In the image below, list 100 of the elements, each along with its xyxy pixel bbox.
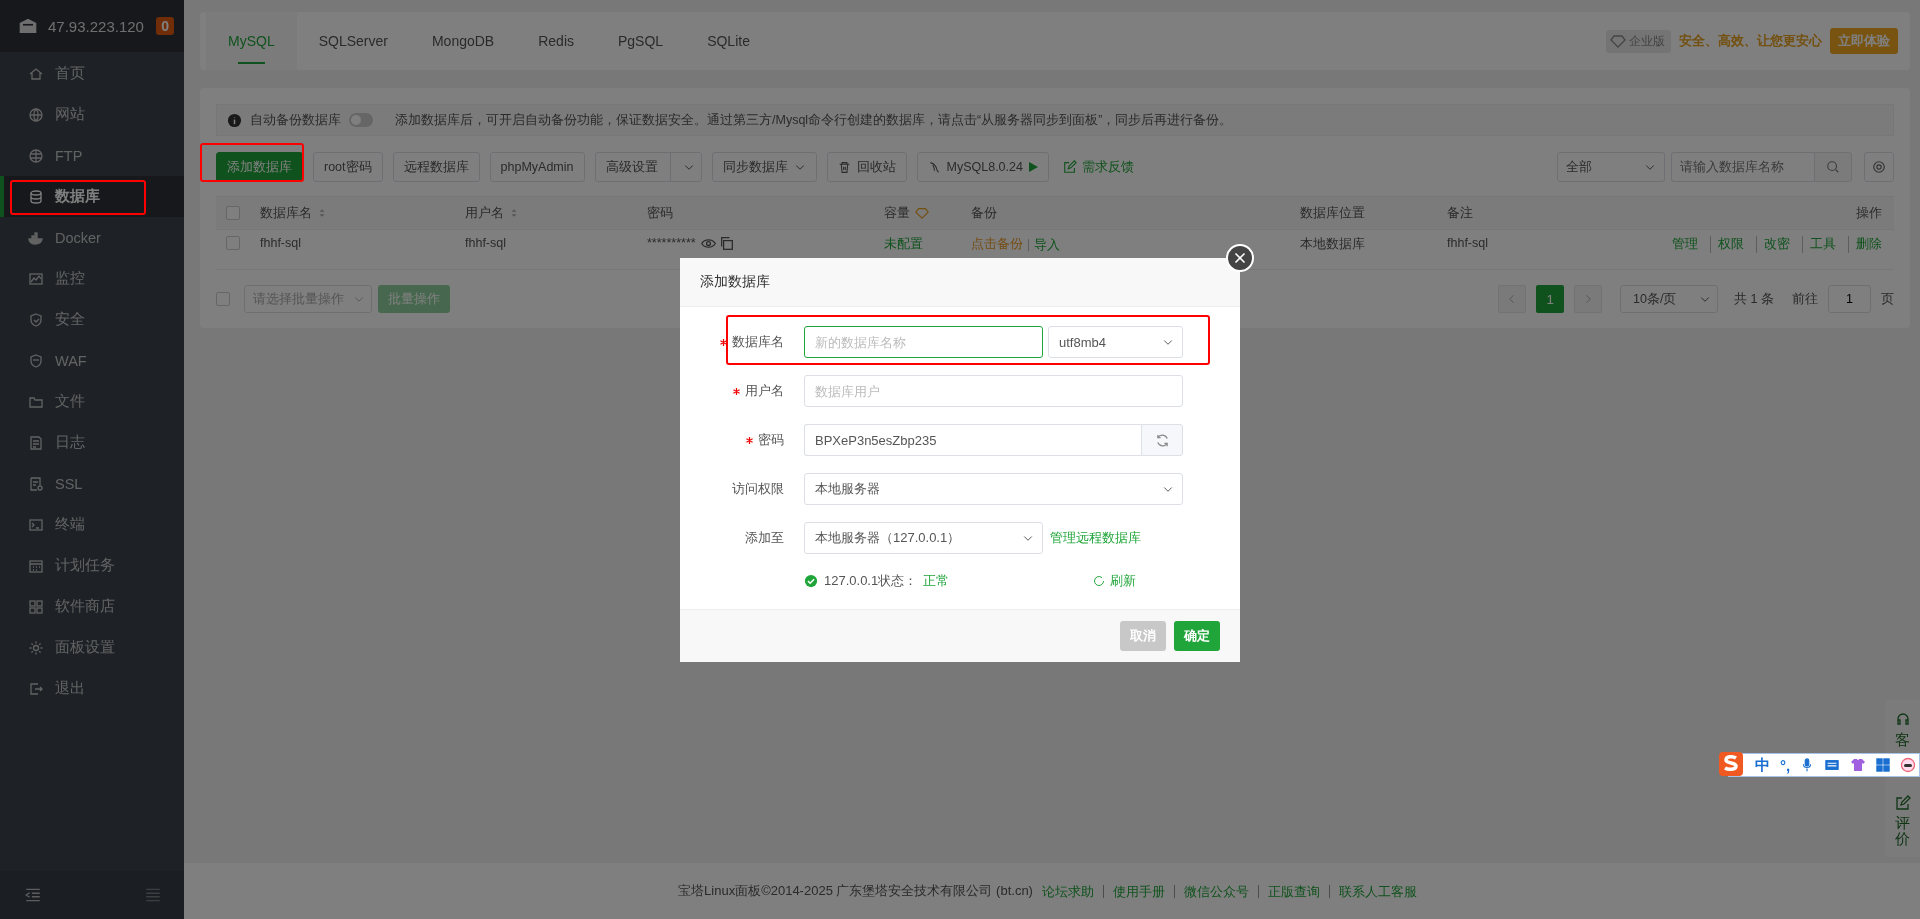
field-label: 用户名 — [745, 382, 784, 400]
database-tab[interactable]: MySQL — [206, 12, 297, 70]
customer-service-label[interactable]: 客 — [1895, 732, 1910, 749]
server-logo-icon — [18, 16, 38, 36]
toggle-label: 自动备份数据库 — [250, 111, 341, 129]
search-button[interactable] — [1814, 152, 1852, 182]
diamond-icon — [1610, 33, 1626, 49]
notice-text: 添加数据库后，可开启自动备份功能，保证数据安全。通过第三方/Mysql命令行创建的数据库，请点击“从服务器同步到面板”，同步后再进行备份。 — [395, 111, 1233, 129]
document-icon — [28, 434, 44, 451]
diamond-icon — [915, 206, 929, 220]
toggle-switch[interactable] — [349, 113, 373, 127]
input-mode-toggle[interactable]: 中 — [1755, 755, 1770, 775]
next-page-button[interactable] — [1574, 285, 1603, 313]
footer-link[interactable]: 正版查询 — [1257, 884, 1329, 898]
manage-remote-link[interactable]: 管理远程数据库 — [1050, 529, 1141, 547]
import-link[interactable]: 导入 — [1028, 238, 1060, 251]
sidebar-item[interactable]: 首页 — [0, 53, 184, 94]
confirm-button[interactable]: 确定 — [1174, 621, 1220, 651]
toolbar-button[interactable]: root密码 — [313, 152, 383, 182]
copyright-text: 宝塔Linux面板©2014-2025 广东堡塔安全技术有限公司 (bt.cn) — [678, 882, 1033, 900]
checkbox[interactable] — [226, 236, 240, 250]
sidebar-item[interactable]: 文件 — [0, 381, 184, 422]
review-label[interactable]: 评价 — [1895, 814, 1910, 848]
checkbox[interactable] — [216, 292, 230, 306]
sidebar-item[interactable]: 网站 — [0, 94, 184, 135]
logout-icon — [28, 680, 44, 697]
action-link[interactable]: 权限 — [1710, 236, 1751, 253]
sidebar-item[interactable]: 监控 — [0, 258, 184, 299]
add-database-button[interactable]: 添加数据库 — [216, 152, 303, 182]
shield-icon — [28, 352, 44, 369]
footer-link[interactable]: 使用手册 — [1102, 884, 1174, 898]
text-field[interactable]: 新的数据库名称 — [804, 326, 1043, 358]
capacity-link[interactable]: 未配置 — [884, 236, 923, 253]
action-link[interactable]: 管理 — [1665, 236, 1705, 253]
sidebar-item[interactable]: 软件商店 — [0, 586, 184, 627]
database-tab[interactable]: SQLite — [685, 12, 772, 70]
database-tab[interactable]: Redis — [516, 12, 596, 70]
status-label: 127.0.0.1状态： — [824, 572, 918, 590]
toolbar-button[interactable]: 远程数据库 — [392, 152, 480, 182]
apps-icon — [28, 598, 44, 615]
sidebar-item[interactable]: Docker — [0, 217, 184, 258]
sidebar-item[interactable]: 数据库 — [0, 176, 184, 217]
page-input[interactable]: 1 — [1828, 285, 1871, 313]
dropdown-button[interactable]: 高级设置 — [594, 152, 702, 182]
dialog-title: 添加数据库 — [680, 258, 1240, 307]
edit-icon — [1062, 160, 1077, 174]
regenerate-button[interactable] — [1141, 424, 1183, 456]
sidebar-item[interactable]: 终端 — [0, 504, 184, 545]
database-tab[interactable]: SQLServer — [296, 12, 410, 70]
footer-link[interactable]: 微信公众号 — [1173, 884, 1258, 898]
charset-select[interactable]: utf8mb4 — [1048, 326, 1183, 358]
toolbar-button[interactable]: 回收站 — [826, 152, 907, 182]
action-link[interactable]: 删除 — [1848, 236, 1882, 253]
status-value: 正常 — [923, 572, 950, 590]
field-label: 密码 — [758, 431, 784, 449]
footer-link[interactable]: 联系人工客服 — [1328, 884, 1426, 898]
play-icon — [1028, 162, 1038, 172]
calendar-icon — [28, 557, 44, 574]
action-link[interactable]: 改密 — [1756, 236, 1797, 253]
punctuation-toggle[interactable]: °, — [1780, 756, 1791, 774]
password-field[interactable]: BPXeP3n5esZbp235 — [804, 424, 1141, 456]
checkbox[interactable] — [226, 206, 240, 220]
table-cell: fhhf-sql — [1447, 236, 1488, 250]
toolbar-button[interactable]: phpMyAdmin — [489, 152, 585, 182]
sidebar-item[interactable]: FTP — [0, 135, 184, 176]
search-field[interactable]: 请输入数据库名称 — [1671, 152, 1814, 182]
field-label: 数据库名 — [732, 333, 784, 351]
dropdown-button[interactable]: 同步数据库 — [711, 152, 817, 182]
sidebar-item[interactable]: 计划任务 — [0, 545, 184, 586]
column-header[interactable]: 数据库名 — [260, 204, 312, 222]
toolbar-button[interactable]: MySQL8.0.24 — [916, 152, 1049, 182]
sidebar-item[interactable]: 退出 — [0, 668, 184, 709]
copy-icon[interactable] — [720, 236, 733, 250]
page-size-select[interactable]: 10条/页 — [1620, 285, 1719, 313]
eye-icon[interactable] — [700, 238, 716, 248]
sidebar-item[interactable]: 面板设置 — [0, 627, 184, 668]
previous-page-button[interactable] — [1498, 285, 1527, 313]
database-icon — [28, 188, 44, 205]
sidebar-item[interactable]: WAF — [0, 340, 184, 381]
sidebar-item[interactable]: 安全 — [0, 299, 184, 340]
settings-button[interactable] — [1864, 152, 1894, 182]
sidebar-item[interactable]: SSL — [0, 463, 184, 504]
action-link[interactable]: 工具 — [1802, 236, 1843, 253]
select-field[interactable]: 本地服务器 — [804, 473, 1183, 505]
try-now-button[interactable]: 立即体验 — [1830, 28, 1898, 54]
refresh-link[interactable]: 刷新 — [1093, 572, 1137, 590]
filter-select[interactable]: 全部 — [1557, 152, 1665, 182]
page-button[interactable]: 1 — [1536, 285, 1565, 313]
database-tab[interactable]: MongoDB — [409, 12, 517, 70]
alert-count-badge[interactable]: 0 — [156, 17, 174, 35]
collapse-icon — [24, 886, 42, 904]
select-field[interactable]: 本地服务器（127.0.0.1） — [804, 522, 1043, 554]
column-header[interactable]: 用户名 — [465, 204, 504, 222]
footer-link[interactable]: 论坛求助 — [1032, 884, 1103, 898]
shield-icon — [28, 311, 44, 328]
table-cell: 本地数据库 — [1300, 236, 1365, 253]
sidebar-item[interactable]: 日志 — [0, 422, 184, 463]
database-tab[interactable]: PgSQL — [596, 12, 686, 70]
feedback-link[interactable]: 需求反馈 — [1062, 158, 1134, 176]
backup-link[interactable]: 点击备份 — [971, 236, 1023, 253]
